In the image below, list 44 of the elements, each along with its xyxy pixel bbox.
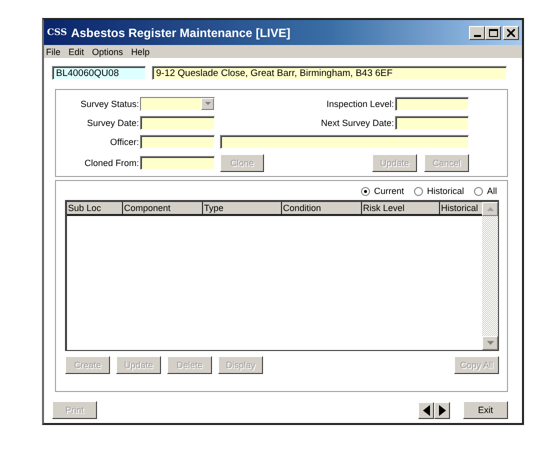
column-header[interactable]: Risk Level [361, 202, 439, 214]
left-arrow-icon [422, 404, 430, 416]
app-logo: CSS [47, 28, 67, 38]
minimize-icon [474, 34, 480, 36]
field-label: Survey Status: [79, 99, 140, 109]
column-header[interactable]: Condition [281, 202, 361, 214]
inspection-level-field[interactable] [395, 97, 469, 111]
field-label: Cloned From: [83, 158, 140, 168]
column-header[interactable]: Component [122, 202, 202, 214]
scrollbar[interactable] [482, 202, 498, 350]
scroll-up-icon [486, 207, 494, 211]
column-header[interactable]: Sub Loc [67, 202, 122, 214]
previous-button[interactable] [418, 402, 434, 418]
dropdown-arrow-icon [204, 102, 210, 106]
right-arrow-icon [438, 404, 446, 416]
field-label: Next Survey Date: [320, 118, 395, 128]
officer-code-field[interactable] [140, 135, 215, 149]
scroll-down-icon [486, 341, 494, 345]
menu-item[interactable]: Help [131, 46, 150, 56]
maximize-button[interactable] [485, 26, 501, 40]
survey-date-field[interactable] [140, 116, 215, 130]
next-survey-date-field[interactable] [395, 116, 469, 130]
maximize-icon [488, 28, 498, 36]
filter-radio[interactable]: All [474, 186, 497, 196]
close-icon [507, 28, 515, 36]
field-label: Inspection Level: [325, 99, 395, 109]
window-title: Asbestos Register Maintenance [LIVE] [70, 26, 292, 40]
next-button[interactable] [434, 402, 450, 418]
filter-radio[interactable]: Historical [414, 186, 464, 196]
officer-name-field[interactable] [220, 135, 469, 149]
menu-item[interactable]: Edit [68, 46, 84, 56]
filter-radio[interactable]: Current [360, 186, 404, 196]
property-code-field[interactable]: BL40060QU08 [52, 66, 146, 80]
minimize-button[interactable] [469, 26, 485, 40]
cloned-from-field[interactable] [140, 156, 215, 170]
exit-button[interactable]: Exit [463, 401, 508, 419]
survey-status-dropdown[interactable] [140, 97, 215, 111]
address-field[interactable]: 9-12 Queslade Close, Great Barr, Birmingham, B43 6EF [152, 66, 507, 80]
menu-item[interactable]: File [46, 46, 61, 56]
close-button[interactable] [503, 26, 519, 40]
field-label: Officer: [109, 137, 140, 147]
column-header[interactable]: Type [202, 202, 281, 214]
menu-item[interactable]: Options [92, 46, 124, 56]
field-label: Survey Date: [86, 118, 140, 128]
